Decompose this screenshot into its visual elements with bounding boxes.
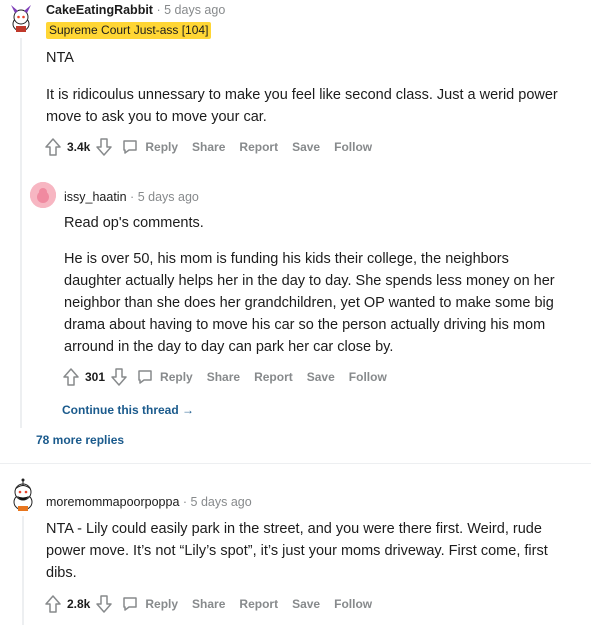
timestamp[interactable]: 5 days ago	[164, 3, 225, 17]
reply-label: Reply	[145, 597, 179, 611]
comment-paragraph: It is ridicoulus unnessary to make you f…	[46, 87, 558, 125]
save-button[interactable]: Save	[307, 370, 335, 384]
follow-button[interactable]: Follow	[334, 140, 372, 154]
comment-actions: 301 Reply Share Report Save Follow	[62, 366, 401, 388]
comment-bubble-icon	[138, 370, 152, 384]
snoo-avatar-icon	[30, 182, 56, 208]
comment-paragraph: He is over 50, his mom is funding his ki…	[64, 251, 555, 355]
separator-dot: ·	[156, 3, 161, 17]
thread-line[interactable]	[22, 516, 24, 625]
upvote-icon[interactable]	[62, 367, 80, 387]
snoo-avatar-icon	[13, 478, 33, 511]
author-name[interactable]: moremommapoorpoppa	[46, 495, 179, 509]
divider	[0, 463, 591, 464]
comment-bubble-icon	[123, 140, 138, 154]
comment-body: NTA - Lily could easily park in the stre…	[46, 518, 566, 596]
comment-paragraph: NTA - Lily could easily park in the stre…	[46, 521, 548, 581]
save-button[interactable]: Save	[292, 140, 320, 154]
more-replies-link[interactable]: 78 more replies	[36, 433, 124, 447]
comment-actions: 2.8k Reply Share Report Save Follow	[44, 593, 386, 615]
upvote-icon[interactable]	[44, 137, 62, 157]
downvote-icon[interactable]	[95, 137, 113, 157]
avatar[interactable]	[6, 478, 40, 512]
author-name[interactable]: issy_haatin	[64, 190, 127, 204]
upvote-icon[interactable]	[44, 594, 62, 614]
follow-button[interactable]: Follow	[349, 370, 387, 384]
snoo-avatar-icon	[11, 5, 31, 32]
timestamp[interactable]: 5 days ago	[191, 495, 252, 509]
vote-count: 3.4k	[67, 140, 91, 154]
vote-controls: 2.8k	[44, 594, 113, 614]
comment-body: Read op's comments. He is over 50, his m…	[64, 212, 569, 370]
author-name[interactable]: CakeEatingRabbit	[46, 3, 153, 17]
comment-bubble-icon	[123, 597, 138, 611]
vote-count: 301	[85, 370, 106, 384]
save-button[interactable]: Save	[292, 597, 320, 611]
reply-label: Reply	[145, 140, 179, 154]
comment-meta: moremommapoorpoppa · 5 days ago	[46, 495, 252, 509]
comment-paragraph: NTA	[46, 50, 74, 66]
reply-button[interactable]: Reply	[121, 595, 178, 613]
comment-body: NTA It is ridicoulus unnessary to make y…	[46, 47, 576, 140]
downvote-icon[interactable]	[110, 367, 128, 387]
comment-actions: 3.4k Reply Share Report Save Follow	[44, 136, 386, 158]
timestamp[interactable]: 5 days ago	[138, 190, 199, 204]
user-flair: Supreme Court Just-ass [104]	[46, 22, 212, 39]
separator-dot: ·	[182, 495, 188, 509]
report-button[interactable]: Report	[239, 140, 278, 154]
avatar[interactable]	[6, 4, 36, 34]
comment-meta: issy_haatin · 5 days ago	[64, 190, 199, 204]
share-button[interactable]: Share	[207, 370, 240, 384]
report-button[interactable]: Report	[254, 370, 293, 384]
separator-dot: ·	[130, 190, 135, 204]
thread-line[interactable]	[20, 38, 22, 428]
follow-button[interactable]: Follow	[334, 597, 372, 611]
report-button[interactable]: Report	[239, 597, 278, 611]
comment-paragraph: Read op's comments.	[64, 215, 204, 231]
comment-meta: CakeEatingRabbit · 5 days ago	[46, 3, 225, 17]
vote-controls: 3.4k	[44, 137, 113, 157]
reply-button[interactable]: Reply	[136, 368, 193, 386]
continue-thread-link[interactable]: Continue this thread →	[62, 403, 194, 417]
share-button[interactable]: Share	[192, 140, 225, 154]
vote-count: 2.8k	[67, 597, 91, 611]
downvote-icon[interactable]	[95, 594, 113, 614]
share-button[interactable]: Share	[192, 597, 225, 611]
reply-label: Reply	[160, 370, 193, 384]
reply-button[interactable]: Reply	[121, 138, 178, 156]
avatar[interactable]	[30, 182, 56, 208]
vote-controls: 301	[62, 367, 128, 387]
